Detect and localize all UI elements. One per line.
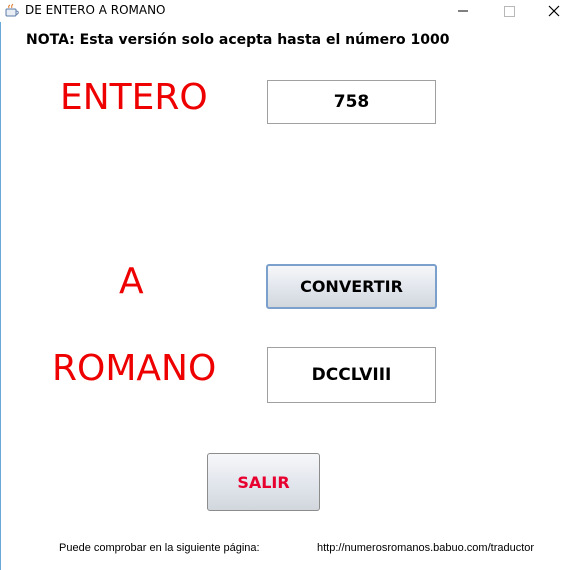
a-label: A <box>119 261 144 302</box>
romano-label: ROMANO <box>52 348 217 389</box>
limit-note: NOTA: Esta versión solo acepta hasta el … <box>26 32 450 48</box>
window-title: DE ENTERO A ROMANO <box>25 3 166 17</box>
entero-input[interactable]: 758 <box>267 80 436 124</box>
entero-label: ENTERO <box>60 77 208 118</box>
minimize-button[interactable] <box>440 0 486 22</box>
title-bar[interactable]: DE ENTERO A ROMANO <box>0 0 576 22</box>
footer-text: Puede comprobar en la siguiente página: <box>59 542 260 554</box>
minimize-icon <box>458 10 468 12</box>
footer-url: http://numerosromanos.babuo.com/traducto… <box>317 542 535 554</box>
salir-button[interactable]: SALIR <box>207 453 320 511</box>
close-button[interactable] <box>530 0 576 22</box>
close-icon <box>548 5 560 17</box>
maximize-icon <box>504 6 515 17</box>
java-app-icon <box>5 3 19 17</box>
app-window: DE ENTERO A ROMANO NOTA: Esta versión so… <box>0 0 576 570</box>
romano-output[interactable]: DCCLVIII <box>267 347 436 403</box>
window-border <box>0 0 1 570</box>
maximize-button[interactable] <box>486 0 532 22</box>
convertir-button[interactable]: CONVERTIR <box>266 264 437 309</box>
